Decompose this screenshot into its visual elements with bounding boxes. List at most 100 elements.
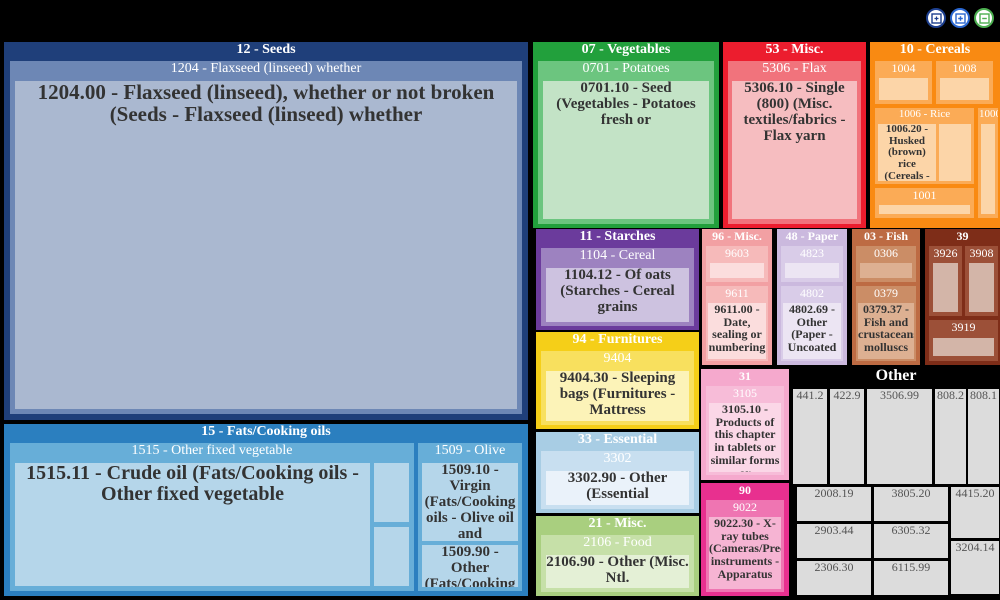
treemap-subgroup-2106[interactable]: 2106 - Food 2106.90 - Other (Misc. Ntl.: [541, 535, 694, 592]
treemap-leaf-other-8082[interactable]: 808.2: [935, 389, 966, 484]
treemap-leaf-other-2903[interactable]: 2903.44: [797, 524, 871, 558]
treemap-leaf-other-3506[interactable]: 3506.99: [867, 389, 932, 484]
zoom-reset-button[interactable]: [926, 8, 946, 28]
treemap-leaf-other-8081[interactable]: 808.1: [968, 389, 999, 484]
treemap-leaf-other-2306[interactable]: 2306.30: [797, 561, 871, 595]
treemap-group-furnitures[interactable]: 94 - Furnitures 9404 9404.30 - Sleeping …: [536, 332, 699, 429]
treemap-leaf-480269[interactable]: 4802.69 - Other (Paper - Uncoated: [783, 303, 841, 359]
treemap-leaf-1004[interactable]: [879, 78, 928, 100]
treemap-subgroup-1509[interactable]: 1509 - Olive 1509.10 - Virgin (Fats/Cook…: [418, 443, 522, 591]
treemap-subgroup-4802[interactable]: 4802 4802.69 - Other (Paper - Uncoated: [781, 286, 843, 361]
treemap-group-paper[interactable]: 48 - Paper 4823 4802 4802.69 - Other (Pa…: [777, 229, 847, 365]
treemap-leaf-902230[interactable]: 9022.30 - X-ray tubes (Cameras/Precision…: [709, 517, 781, 589]
subgroup-title-3908: 3908: [969, 246, 994, 260]
treemap-leaf-940430[interactable]: 9404.30 - Sleeping bags (Furnitures - Ma…: [546, 371, 689, 421]
treemap-group-plastics[interactable]: 39 3926 3908 3919: [925, 229, 1000, 365]
leaf-label-120400: 1204.00 - Flaxseed (linseed), whether or…: [37, 81, 495, 126]
treemap-group-other[interactable]: Other 441.2 422.9 3506.99 808.2 808.1 20…: [792, 368, 1000, 596]
treemap-group-precision-instruments[interactable]: 90 9022 9022.30 - X-ray tubes (Cameras/P…: [701, 483, 789, 596]
zoom-out-button[interactable]: [974, 8, 994, 28]
treemap-group-starches[interactable]: 11 - Starches 1104 - Cereal 1104.12 - Of…: [536, 229, 699, 330]
treemap-subgroup-3105[interactable]: 3105 3105.10 - Products of this chapter …: [706, 386, 784, 475]
leaf-value-4415: 4415.20: [955, 487, 995, 500]
treemap-leaf-3919[interactable]: [933, 338, 994, 356]
treemap-leaf-3926[interactable]: [933, 263, 958, 312]
treemap-leaf-1008[interactable]: [940, 78, 989, 100]
treemap-leaf-other-441[interactable]: 441.2: [793, 389, 827, 484]
leaf-value-3506: 3506.99: [880, 389, 919, 402]
treemap-leaf-100620[interactable]: 1006.20 - Husked (brown) rice (Cereals -…: [878, 124, 936, 181]
treemap-subgroup-9611[interactable]: 9611 9611.00 - Date, sealing or numberin…: [706, 286, 768, 361]
treemap-leaf-210690[interactable]: 2106.90 - Other (Misc. Ntl.: [546, 555, 689, 588]
treemap-leaf-other-3204[interactable]: 3204.14: [951, 541, 999, 594]
treemap-subgroup-5306[interactable]: 5306 - Flax 5306.10 - Single (800) (Misc…: [728, 61, 861, 224]
treemap-leaf-150990[interactable]: 1509.90 - Other (Fats/Cooking: [422, 545, 518, 587]
treemap-subgroup-3908[interactable]: 3908: [965, 246, 998, 316]
treemap-leaf-1006-b[interactable]: [939, 124, 971, 181]
treemap-leaf-037937[interactable]: 0379.37 - Fish and crustaceans molluscs: [858, 303, 914, 359]
treemap-leaf-120400[interactable]: 1204.00 - Flaxseed (linseed), whether or…: [15, 81, 517, 409]
treemap-subgroup-0306[interactable]: 0306: [856, 246, 916, 282]
treemap-group-essential-oils[interactable]: 33 - Essential 3302 3302.90 - Other (Ess…: [536, 432, 699, 513]
treemap-leaf-1001[interactable]: [879, 205, 970, 214]
treemap-group-misc-manufactured[interactable]: 96 - Misc. 9603 9611 9611.00 - Date, sea…: [702, 229, 772, 365]
treemap-group-vegetables[interactable]: 07 - Vegetables 0701 - Potatoes 0701.10 …: [533, 42, 719, 228]
treemap-subgroup-3926[interactable]: 3926: [929, 246, 962, 316]
treemap-leaf-3908[interactable]: [969, 263, 994, 312]
treemap-group-misc-textiles[interactable]: 53 - Misc. 5306 - Flax 5306.10 - Single …: [723, 42, 866, 228]
treemap-leaf-other-3805[interactable]: 3805.20: [874, 487, 948, 521]
treemap-subgroup-1515[interactable]: 1515 - Other fixed vegetable 1515.11 - C…: [10, 443, 414, 591]
group-title-cereals: 10 - Cereals: [899, 42, 971, 57]
group-title-other: Other: [875, 368, 917, 384]
subgroup-title-3302: 3302: [603, 451, 632, 466]
treemap-subgroup-0379[interactable]: 0379 0379.37 - Fish and crustaceans moll…: [856, 286, 916, 361]
treemap-group-fish[interactable]: 03 - Fish 0306 0379 0379.37 - Fish and c…: [852, 229, 920, 365]
treemap-subgroup-4823[interactable]: 4823: [781, 246, 843, 282]
treemap-subgroup-1008[interactable]: 1008: [936, 61, 993, 104]
treemap-leaf-other-6305[interactable]: 6305.32: [874, 524, 948, 558]
view-controls: [926, 8, 994, 28]
subgroup-title-9603: 9603: [725, 246, 749, 260]
treemap-group-misc-edible[interactable]: 21 - Misc. 2106 - Food 2106.90 - Other (…: [536, 516, 699, 596]
treemap-subgroup-1006-rice[interactable]: 1006 - Rice 1006.20 - Husked (brown) ric…: [875, 108, 974, 184]
treemap-subgroup-3302[interactable]: 3302 3302.90 - Other (Essential: [541, 451, 694, 509]
treemap-leaf-0306[interactable]: [860, 263, 912, 278]
leaf-value-3204: 3204.14: [955, 541, 995, 554]
treemap-subgroup-0701[interactable]: 0701 - Potatoes 0701.10 - Seed (Vegetabl…: [538, 61, 714, 224]
treemap-leaf-other-2008[interactable]: 2008.19: [797, 487, 871, 521]
treemap-subgroup-1001[interactable]: 1001: [875, 188, 974, 218]
treemap-subgroup-3919[interactable]: 3919: [929, 320, 998, 361]
treemap-group-fats-cooking-oils[interactable]: 15 - Fats/Cooking oils 1515 - Other fixe…: [4, 424, 528, 596]
treemap-subgroup-1000[interactable]: 1000: [978, 108, 998, 218]
treemap-leaf-110412[interactable]: 1104.12 - Of oats (Starches - Cereal gra…: [546, 268, 689, 322]
treemap-leaf-1515-c[interactable]: [374, 527, 409, 586]
treemap-group-cereals[interactable]: 10 - Cereals 1004 1008 1006 - Rice 1006.…: [870, 42, 1000, 228]
treemap-subgroup-9022[interactable]: 9022 9022.30 - X-ray tubes (Cameras/Prec…: [706, 500, 784, 592]
treemap-leaf-330290[interactable]: 3302.90 - Other (Essential: [546, 471, 689, 505]
treemap-leaf-4823[interactable]: [785, 263, 839, 278]
treemap-leaf-310510[interactable]: 3105.10 - Products of this chapter in ta…: [709, 403, 781, 472]
leaf-label-480269: 4802.69 - Other (Paper - Uncoated: [787, 303, 837, 354]
treemap-leaf-961100[interactable]: 9611.00 - Date, sealing or numbering: [708, 303, 766, 359]
subgroup-title-0701: 0701 - Potatoes: [582, 61, 670, 76]
treemap-group-fertilizers[interactable]: 31 3105 3105.10 - Products of this chapt…: [701, 369, 789, 480]
subgroup-title-1001: 1001: [912, 188, 937, 202]
treemap-subgroup-9404[interactable]: 9404 9404.30 - Sleeping bags (Furnitures…: [541, 351, 694, 425]
treemap-leaf-150910[interactable]: 1509.10 - Virgin (Fats/Cooking oils - Ol…: [422, 463, 518, 541]
treemap-leaf-1000[interactable]: [981, 124, 995, 214]
treemap-leaf-other-6115[interactable]: 6115.99: [874, 561, 948, 595]
zoom-in-button[interactable]: [950, 8, 970, 28]
treemap-subgroup-9603[interactable]: 9603: [706, 246, 768, 282]
treemap-leaf-070110[interactable]: 0701.10 - Seed (Vegetables - Potatoes fr…: [543, 81, 709, 219]
treemap-leaf-other-422[interactable]: 422.9: [830, 389, 864, 484]
treemap-leaf-530610[interactable]: 5306.10 - Single (800) (Misc. textiles/f…: [732, 81, 857, 219]
treemap-group-seeds[interactable]: 12 - Seeds 1204 - Flaxseed (linseed) whe…: [4, 42, 528, 420]
treemap-leaf-9603[interactable]: [710, 263, 764, 278]
subgroup-title-0306: 0306: [874, 246, 898, 260]
treemap-leaf-1515-b[interactable]: [374, 463, 409, 522]
treemap-subgroup-1104[interactable]: 1104 - Cereal 1104.12 - Of oats (Starche…: [541, 248, 694, 326]
treemap-leaf-151511[interactable]: 1515.11 - Crude oil (Fats/Cooking oils -…: [15, 463, 370, 586]
treemap-leaf-other-4415[interactable]: 4415.20: [951, 487, 999, 538]
treemap-subgroup-1004[interactable]: 1004: [875, 61, 932, 104]
treemap-subgroup-1204[interactable]: 1204 - Flaxseed (linseed) whether 1204.0…: [10, 61, 522, 414]
